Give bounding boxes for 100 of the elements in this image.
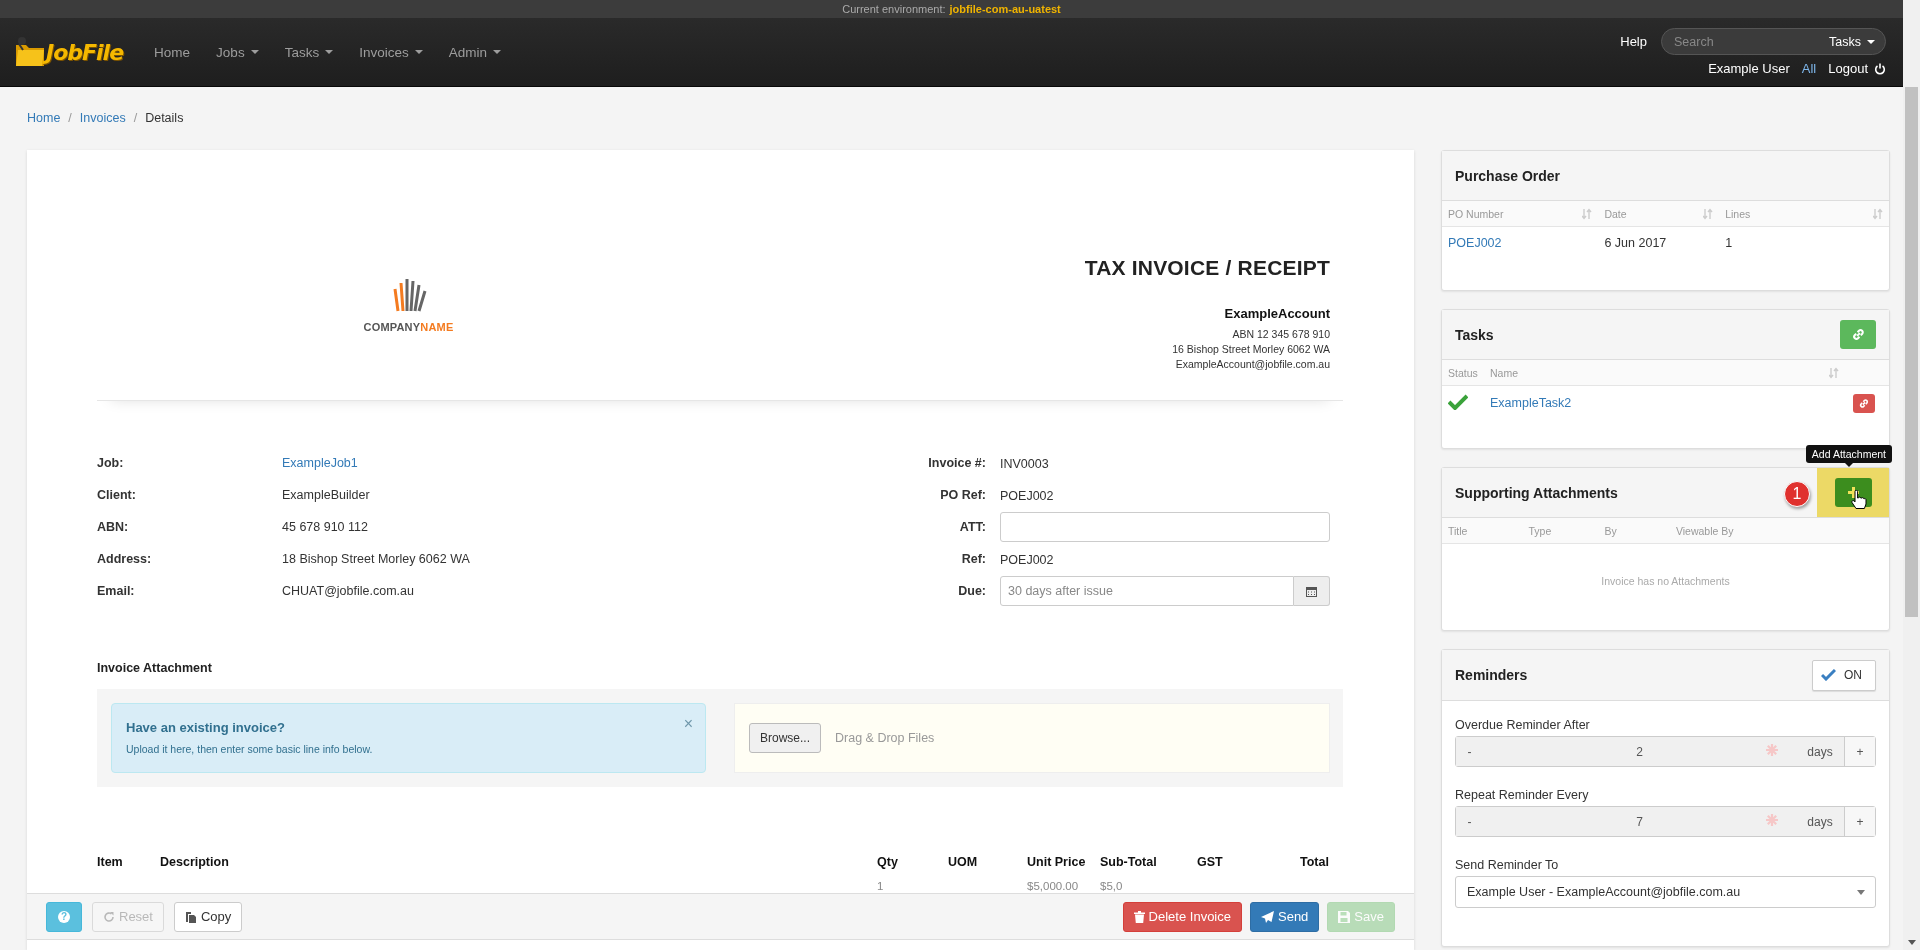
column-header: Viewable By bbox=[1675, 524, 1734, 537]
column-header: Lines bbox=[1725, 207, 1751, 220]
column-header: PO Number bbox=[1448, 207, 1504, 220]
drop-zone[interactable]: Browse... Drag & Drop Files bbox=[734, 703, 1330, 773]
nav-menu-item[interactable]: Home bbox=[141, 32, 204, 72]
field-value: CHUAT@jobfile.com.au bbox=[282, 584, 415, 598]
task-link[interactable]: ExampleTask2 bbox=[1490, 396, 1572, 410]
company-name: COMPANYNAME bbox=[363, 321, 454, 333]
table-cell-text: $5,0 bbox=[1100, 880, 1124, 892]
column-header: UOM bbox=[948, 855, 979, 869]
breadcrumb-link[interactable]: Home bbox=[27, 111, 61, 150]
search-field[interactable]: Search bbox=[1672, 33, 1830, 50]
recipient-select[interactable]: Example User - ExampleAccount@jobfile.com.au bbox=[1455, 876, 1876, 908]
calendar-button[interactable] bbox=[1294, 576, 1330, 606]
field-label: ATT: bbox=[958, 520, 986, 534]
send-button[interactable]: Send bbox=[1250, 901, 1320, 932]
reminders-toggle[interactable]: ON bbox=[1812, 659, 1876, 691]
link-icon bbox=[1851, 328, 1865, 341]
search-box[interactable]: Search Tasks bbox=[1661, 28, 1886, 55]
all-link[interactable]: All bbox=[1801, 61, 1817, 76]
breadcrumb-link[interactable]: Invoices bbox=[79, 111, 126, 150]
job-link[interactable]: ExampleJob1 bbox=[282, 456, 737, 470]
empty-message: Invoice has no Attachments bbox=[1600, 574, 1731, 587]
link-icon bbox=[1859, 396, 1869, 410]
nav-menu-item[interactable]: Tasks bbox=[271, 32, 347, 72]
field-label: Send Reminder To bbox=[1455, 858, 1560, 872]
field-value: POEJ002 bbox=[1000, 488, 1054, 503]
plus-icon bbox=[1848, 487, 1859, 498]
caret-icon bbox=[1857, 889, 1865, 895]
column-header: GST bbox=[1197, 855, 1224, 869]
step-badge: 1 bbox=[1784, 481, 1810, 507]
po-number-link[interactable]: POEJ002 bbox=[1448, 236, 1502, 250]
due-date-field[interactable]: 30 days after issue bbox=[1000, 576, 1294, 606]
sort-icon[interactable] bbox=[1873, 207, 1883, 220]
column-header: Item bbox=[97, 855, 124, 869]
account-detail: ExampleAccount@jobfile.com.au bbox=[1175, 357, 1330, 372]
account-detail: 16 Bishop Street Morley 6062 WA bbox=[1172, 342, 1330, 357]
table-cell: 6 Jun 2017 bbox=[1604, 236, 1667, 250]
help-link[interactable]: Help bbox=[1620, 34, 1647, 49]
copy-icon bbox=[184, 910, 197, 923]
delete-button[interactable]: Delete Invoice bbox=[1122, 901, 1242, 932]
sort-icon[interactable] bbox=[1829, 366, 1839, 379]
column-header: Date bbox=[1604, 207, 1627, 220]
scrollbar-thumb[interactable] bbox=[1905, 87, 1918, 617]
field-label: Overdue Reminder After bbox=[1455, 718, 1591, 732]
table-cell-text: $5,000.00 bbox=[1027, 880, 1080, 892]
field-value: ExampleBuilder bbox=[282, 488, 371, 502]
column-header: Total bbox=[1300, 855, 1330, 869]
user-link[interactable]: Example User bbox=[1708, 61, 1790, 76]
browse-button[interactable]: Browse... bbox=[749, 723, 821, 753]
field-label: Repeat Reminder Every bbox=[1455, 788, 1590, 802]
panel-title: Purchase Order bbox=[1455, 167, 1561, 184]
environment-label: Current environment: bbox=[842, 3, 946, 15]
field-label: PO Ref: bbox=[939, 488, 986, 502]
panel-title: Tasks bbox=[1455, 326, 1494, 343]
search-scope-dropdown[interactable]: Tasks bbox=[1829, 34, 1875, 49]
invoice-title: TAX INVOICE / RECEIPT bbox=[1084, 256, 1330, 280]
drop-hint: Drag & Drop Files bbox=[835, 731, 935, 745]
caret-icon bbox=[1867, 39, 1875, 44]
column-header: Unit Price bbox=[1027, 855, 1087, 869]
field-label: Email: bbox=[97, 584, 136, 598]
logout-link[interactable]: Logout bbox=[1828, 61, 1886, 76]
panel-title: Supporting Attachments bbox=[1455, 484, 1618, 501]
account-name: ExampleAccount bbox=[1224, 306, 1330, 321]
column-header: Qty bbox=[877, 855, 899, 869]
breadcrumb-current: Details bbox=[145, 111, 184, 127]
att-input-field[interactable] bbox=[1000, 512, 1330, 542]
field-label: ABN: bbox=[97, 520, 130, 534]
field-label: Ref: bbox=[960, 552, 986, 566]
refresh-icon bbox=[103, 910, 115, 923]
calendar-icon bbox=[1306, 585, 1317, 597]
column-header: Sub-Total bbox=[1100, 855, 1158, 869]
copy-button[interactable]: Copy bbox=[173, 901, 243, 932]
field-label: Client: bbox=[97, 488, 137, 502]
field-label: Invoice #: bbox=[927, 456, 986, 470]
column-header: Title bbox=[1448, 524, 1468, 537]
sort-icon[interactable] bbox=[1582, 207, 1593, 220]
field-value: POEJ002 bbox=[1000, 552, 1054, 567]
field-value: 45 678 910 112 bbox=[282, 520, 369, 534]
field-value: 18 Bishop Street Morley 6062 WA bbox=[282, 552, 471, 566]
unlink-task-button[interactable] bbox=[1853, 393, 1875, 413]
account-detail: ABN 12 345 678 910 bbox=[1232, 327, 1330, 342]
link-task-button[interactable] bbox=[1840, 320, 1876, 349]
sort-icon[interactable] bbox=[1703, 207, 1714, 220]
column-header: By bbox=[1604, 524, 1617, 537]
check-icon bbox=[1821, 669, 1836, 681]
nav-menu-item[interactable]: Jobs bbox=[203, 32, 272, 72]
nav-menu-item[interactable]: Invoices bbox=[346, 32, 436, 72]
alert-title: Have an existing invoice? bbox=[126, 720, 285, 735]
column-header: Description bbox=[160, 855, 230, 869]
nav-menu-item[interactable]: Admin bbox=[435, 32, 514, 72]
scroll-down-icon[interactable] bbox=[1907, 940, 1916, 945]
field-value: INV0003 bbox=[1000, 456, 1049, 471]
field-label: Due: bbox=[957, 584, 986, 598]
trash-icon bbox=[1133, 910, 1145, 923]
column-header: Status bbox=[1448, 366, 1478, 379]
panel-title: Reminders bbox=[1455, 667, 1528, 683]
hand-cursor-icon bbox=[1851, 490, 1867, 510]
table-cell-text: 1 bbox=[877, 880, 885, 892]
breadcrumb-separator: / bbox=[133, 111, 138, 127]
